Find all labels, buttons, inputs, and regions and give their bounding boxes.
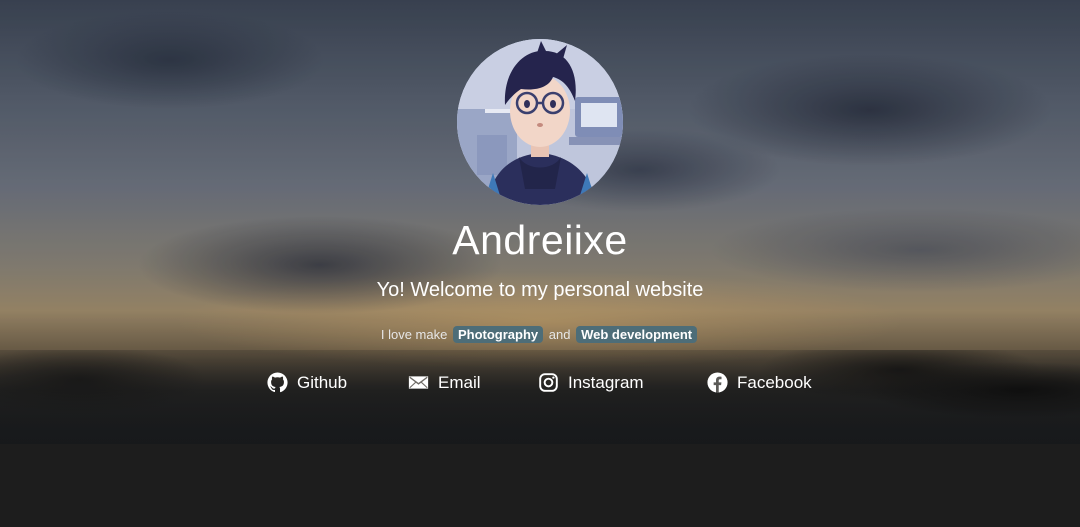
envelope-icon: [408, 372, 429, 393]
email-link[interactable]: Email: [408, 372, 481, 393]
welcome-text: Yo! Welcome to my personal website: [376, 279, 704, 301]
tag-photography: Photography: [452, 326, 544, 343]
github-icon: [267, 372, 288, 393]
facebook-icon: [707, 372, 728, 393]
instagram-link[interactable]: Instagram: [538, 372, 644, 393]
facebook-label: Facebook: [737, 372, 812, 392]
avatar: [457, 39, 623, 205]
site-title: Andreiixe: [452, 217, 628, 263]
facebook-link[interactable]: Facebook: [707, 372, 812, 393]
tagline-prefix: I love make: [380, 327, 448, 342]
email-label: Email: [438, 372, 481, 392]
instagram-label: Instagram: [568, 372, 644, 392]
github-label: Github: [297, 372, 348, 392]
instagram-icon: [538, 372, 559, 393]
tag-web-development: Web development: [576, 326, 698, 343]
social-links: Github Email Instagram Facebook: [0, 372, 1080, 398]
hero-section: Andreiixe Yo! Welcome to my personal web…: [0, 0, 1080, 444]
github-link[interactable]: Github: [267, 372, 347, 393]
dark-footer-band: [0, 444, 1080, 527]
tagline-conjunction: and: [548, 327, 571, 342]
avatar-illustration: [457, 39, 623, 205]
tagline: I love make Photography and Web developm…: [0, 326, 1080, 343]
